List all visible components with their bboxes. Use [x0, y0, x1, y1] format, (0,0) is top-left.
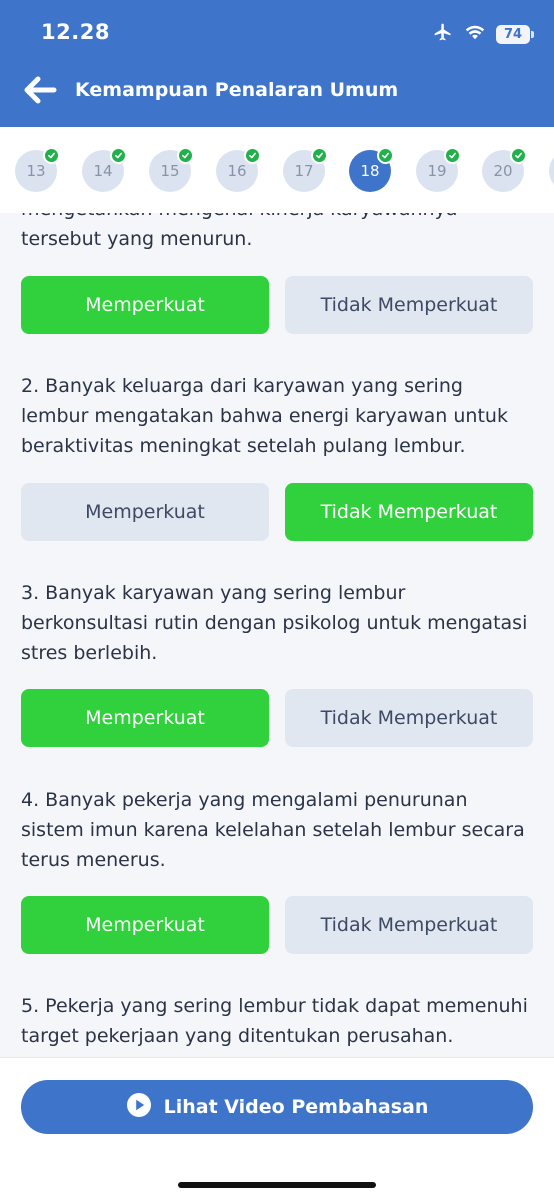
question-number-15[interactable]: 15	[149, 147, 194, 192]
app-header: Kemampuan Penalaran Umum	[0, 60, 554, 127]
arrow-left-icon	[23, 76, 57, 108]
airplane-mode-icon	[432, 22, 454, 46]
question-number-14[interactable]: 14	[82, 147, 127, 192]
question-3-text: 3. Banyak karyawan yang sering lembur be…	[21, 582, 528, 664]
question-number-label: 19	[427, 162, 447, 180]
question-5-text: 5. Pekerja yang sering lembur tidak dapa…	[21, 995, 528, 1047]
question-1-text: mengetahkan mengenai kinerja karyawannya…	[21, 213, 457, 250]
status-icons: 74	[432, 22, 534, 46]
check-icon	[244, 147, 261, 164]
status-time: 12.28	[41, 20, 110, 44]
question-2-text: 2. Banyak keluarga dari karyawan yang se…	[21, 375, 508, 457]
question-number-17[interactable]: 17	[283, 147, 328, 192]
question-4-memperkuat-button[interactable]: Memperkuat	[21, 896, 269, 954]
question-number-19[interactable]: 19	[416, 147, 461, 192]
question-list[interactable]: mengetahkan mengenai kinerja karyawannya…	[0, 213, 554, 1057]
page-title: Kemampuan Penalaran Umum	[75, 79, 399, 101]
status-bar: 12.28 74	[0, 0, 554, 60]
check-icon	[177, 147, 194, 164]
question-3-memperkuat-button[interactable]: Memperkuat	[21, 689, 269, 747]
bottom-bar: Lihat Video Pembahasan	[0, 1057, 554, 1200]
question-1-tidak-memperkuat-button[interactable]: Tidak Memperkuat	[285, 276, 533, 334]
question-navigator: 13 14 15 16 17 18 19 20	[0, 127, 554, 213]
question-number-label: 16	[227, 162, 247, 180]
play-circle-icon	[126, 1092, 152, 1123]
question-number-13[interactable]: 13	[15, 147, 60, 192]
question-number-label: 15	[160, 162, 180, 180]
question-3-answers: Memperkuat Tidak Memperkuat	[21, 689, 533, 747]
question-number-16[interactable]: 16	[216, 147, 261, 192]
back-button[interactable]	[20, 74, 60, 110]
question-4-tidak-memperkuat-button[interactable]: Tidak Memperkuat	[285, 896, 533, 954]
watch-video-button[interactable]: Lihat Video Pembahasan	[21, 1080, 533, 1134]
check-icon	[377, 147, 394, 164]
watch-video-label: Lihat Video Pembahasan	[163, 1096, 429, 1118]
check-icon	[110, 147, 127, 164]
question-number-next[interactable]	[549, 150, 554, 192]
check-icon	[43, 147, 60, 164]
question-number-label: 20	[493, 162, 513, 180]
question-number-label: 18	[360, 162, 380, 180]
question-3-tidak-memperkuat-button[interactable]: Tidak Memperkuat	[285, 689, 533, 747]
question-4-text: 4. Banyak pekerja yang mengalami penurun…	[21, 789, 525, 871]
question-number-label: 17	[294, 162, 314, 180]
question-number-18[interactable]: 18	[349, 147, 394, 192]
check-icon	[311, 147, 328, 164]
question-4-answers: Memperkuat Tidak Memperkuat	[21, 896, 533, 954]
check-icon	[510, 147, 527, 164]
check-icon	[444, 147, 461, 164]
question-number-20[interactable]: 20	[482, 147, 527, 192]
wifi-icon	[464, 23, 486, 45]
question-2-answers: Memperkuat Tidak Memperkuat	[21, 483, 533, 541]
home-indicator	[178, 1182, 376, 1188]
question-2-tidak-memperkuat-button[interactable]: Tidak Memperkuat	[285, 483, 533, 541]
question-1-answers: Memperkuat Tidak Memperkuat	[21, 276, 533, 334]
question-2-memperkuat-button[interactable]: Memperkuat	[21, 483, 269, 541]
question-number-label: 14	[93, 162, 113, 180]
question-number-label: 13	[26, 162, 46, 180]
question-1-memperkuat-button[interactable]: Memperkuat	[21, 276, 269, 334]
battery-icon: 74	[496, 24, 534, 44]
